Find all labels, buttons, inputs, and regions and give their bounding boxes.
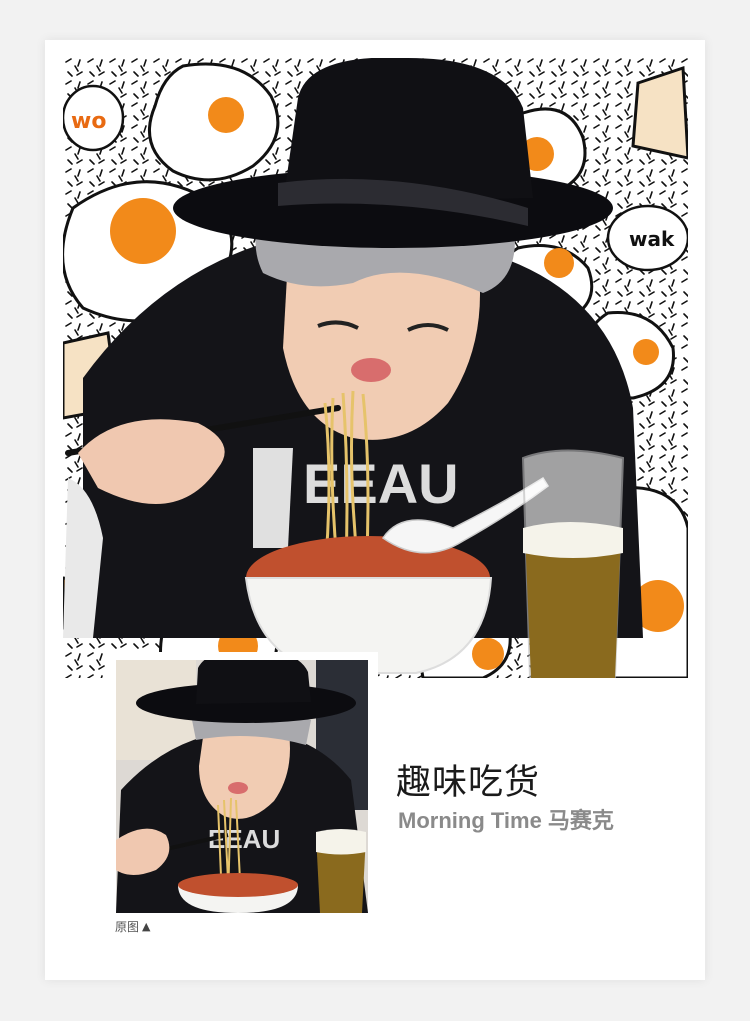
thumbnail-caption: 原图 ▲ (115, 918, 150, 935)
doodle-text-left: wo (71, 109, 106, 134)
triangle-up-icon: ▲ (142, 920, 151, 933)
main-photo: wo wak EEAU (63, 58, 688, 678)
main-photo-art: wo wak EEAU (63, 58, 688, 678)
thumbnail-caption-text: 原图 (115, 920, 140, 934)
card-subtitle: Morning Time 马赛克 (398, 808, 614, 833)
sweater-print: EEAU (303, 452, 459, 515)
card-title: 趣味吃货 (396, 763, 541, 803)
original-photo-thumbnail: EEAU (116, 660, 368, 913)
thumbnail-art: EEAU (116, 660, 368, 913)
lips (351, 358, 391, 382)
doodle-text-right: wak (629, 227, 675, 251)
